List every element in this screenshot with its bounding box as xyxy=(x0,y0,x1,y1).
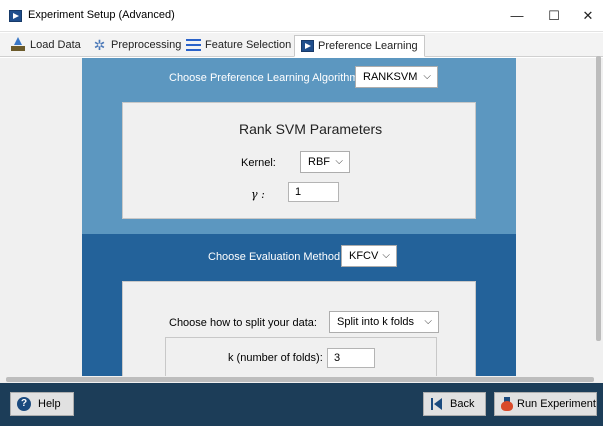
split-value: Split into k folds xyxy=(337,316,415,328)
upload-icon xyxy=(10,37,26,52)
tab-label: Preprocessing xyxy=(111,39,182,51)
k-label: k (number of folds): xyxy=(228,352,323,364)
help-label: Help xyxy=(38,398,61,410)
tab-feature-selection[interactable]: Feature Selection xyxy=(186,35,291,57)
horizontal-scrollbar-thumb[interactable] xyxy=(6,377,594,382)
tab-label: Load Data xyxy=(30,39,81,51)
k-input[interactable]: 3 xyxy=(327,348,375,368)
back-button[interactable]: Back xyxy=(423,392,486,416)
evaluation-select[interactable]: KFCV ⌵ xyxy=(341,245,397,267)
tab-label: Feature Selection xyxy=(205,39,292,51)
window-title: Experiment Setup (Advanced) xyxy=(28,9,175,21)
preprocessing-icon: ✲ xyxy=(93,37,106,54)
algorithm-select[interactable]: RANKSVM ⌵ xyxy=(355,66,438,88)
kernel-label: Kernel: xyxy=(241,157,276,169)
split-select[interactable]: Split into k folds ⌵ xyxy=(329,311,439,333)
tab-bar: Load Data ✲ Preprocessing Feature Selecti… xyxy=(0,33,603,57)
app-play-icon xyxy=(301,40,314,53)
split-label: Choose how to split your data: xyxy=(169,317,317,329)
chevron-down-icon: ⌵ xyxy=(424,316,432,327)
evaluation-value: KFCV xyxy=(349,250,379,262)
run-experiment-button[interactable]: Run Experiment xyxy=(494,392,597,416)
back-label: Back xyxy=(450,398,475,410)
gamma-label: γ : xyxy=(251,188,265,201)
tab-load-data[interactable]: Load Data xyxy=(10,35,81,57)
run-experiment-label: Run Experiment xyxy=(517,398,596,410)
app-icon xyxy=(9,10,22,22)
chevron-down-icon: ⌵ xyxy=(335,156,343,167)
evaluation-panel: Choose how to split your data: Split int… xyxy=(122,281,476,376)
kernel-value: RBF xyxy=(308,156,330,168)
chevron-down-icon: ⌵ xyxy=(423,71,431,82)
ranksvm-title: Rank SVM Parameters xyxy=(239,121,383,137)
ranksvm-panel: Rank SVM Parameters Kernel: RBF ⌵ γ : 1 xyxy=(122,102,476,219)
evaluation-section: Choose Evaluation Method KFCV ⌵ Choose h… xyxy=(82,234,516,376)
title-bar: Experiment Setup (Advanced) — ☐ ✕ xyxy=(0,0,603,32)
tab-preference-learning[interactable]: Preference Learning xyxy=(294,35,425,57)
help-icon: ? xyxy=(17,397,31,411)
content-area: Choose Preference Learning Algorithm RAN… xyxy=(0,58,603,376)
k-folds-panel: k (number of folds): 3 xyxy=(165,337,437,376)
help-button[interactable]: ? Help xyxy=(10,392,74,416)
back-icon xyxy=(431,397,443,411)
tab-preprocessing[interactable]: ✲ Preprocessing xyxy=(92,35,182,57)
vertical-scrollbar-thumb[interactable] xyxy=(596,56,601,341)
evaluation-label: Choose Evaluation Method xyxy=(208,251,341,263)
algorithm-section: Choose Preference Learning Algorithm RAN… xyxy=(82,58,516,234)
algorithm-label: Choose Preference Learning Algorithm xyxy=(169,72,359,84)
flask-icon xyxy=(501,397,513,411)
list-icon xyxy=(186,39,201,52)
tab-label: Preference Learning xyxy=(318,40,418,52)
kernel-select[interactable]: RBF ⌵ xyxy=(300,151,350,173)
gamma-input[interactable]: 1 xyxy=(288,182,339,202)
close-button[interactable]: ✕ xyxy=(566,0,603,32)
footer-bar: ? Help Back Run Experiment xyxy=(0,383,603,426)
algorithm-value: RANKSVM xyxy=(363,71,418,83)
chevron-down-icon: ⌵ xyxy=(382,250,390,261)
